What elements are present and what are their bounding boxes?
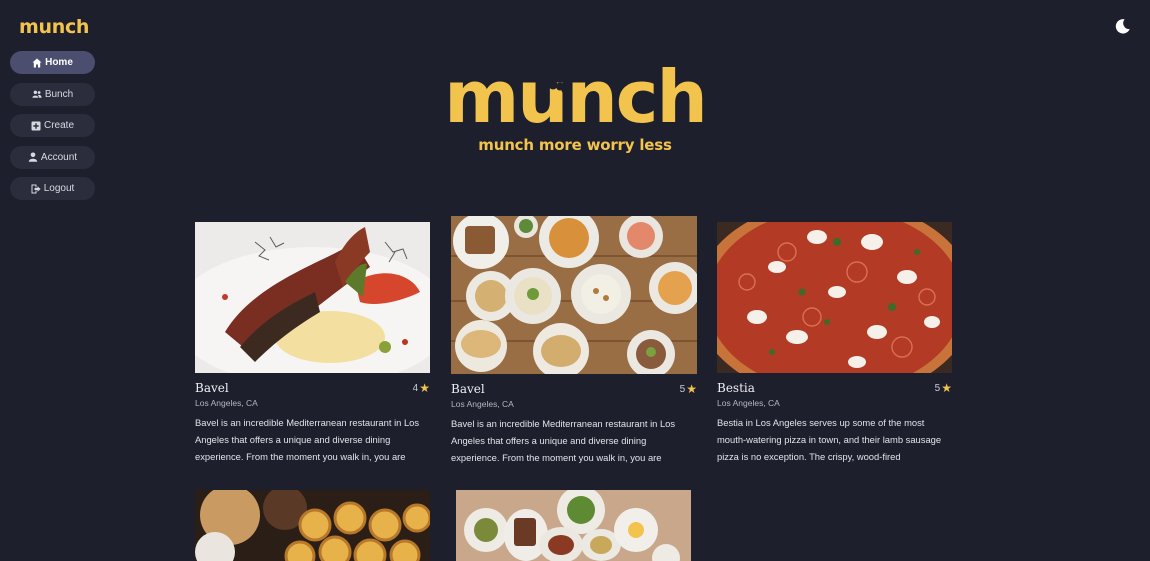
rating: 5 ★ [680,382,697,396]
pizza-photo[interactable] [717,222,952,373]
sidebar-brand-logo[interactable]: munch [19,16,89,38]
logo-wordmark: munch [444,58,705,130]
sidebar-item-label: Account [40,151,78,163]
restaurant-name: Bavel [451,382,485,396]
sidebar-item-label: Bunch [44,88,74,100]
rating: 5 ★ [935,381,952,395]
restaurant-location: Los Angeles, CA [195,398,258,408]
rating-value: 5 [934,382,941,394]
rating-value: 4 [412,382,419,394]
restaurant-card[interactable]: Bavel 4 ★ Los Angeles, CA Bavel is an inc… [195,222,430,465]
sidebar-item-logout[interactable]: Logout [10,177,95,200]
sidebar-item-bunch[interactable]: Bunch [10,82,95,106]
restaurant-card[interactable]: Bavel 5 ★ Los Angeles, CA Bavel is an inc… [451,216,697,466]
logout-icon [31,184,41,193]
restaurant-card[interactable] [456,490,691,561]
sidebar-item-account[interactable]: Account [10,145,95,169]
moon-icon[interactable] [1114,18,1131,35]
plus-square-icon [31,121,41,130]
rating-value: 5 [679,383,686,395]
sidebar-item-home[interactable]: Home [10,51,95,74]
sidebar-item-create[interactable]: Create [10,114,95,137]
star-icon: ★ [686,382,697,396]
user-icon [28,152,38,162]
tagline: munch more worry less [478,136,672,154]
sidebar-item-label: Create [43,120,74,131]
mezze-spread-photo[interactable] [451,216,697,374]
munch-logo: munch [444,58,707,130]
restaurant-description: Bavel is an incredible Mediterranean res… [451,418,676,463]
restaurant-description: Bestia in Los Angeles serves up some of … [717,417,942,462]
restaurant-name: Bestia [717,381,755,395]
restaurant-location: Los Angeles, CA [717,398,780,408]
rating: 4 ★ [413,381,430,395]
star-icon: ★ [419,381,430,395]
plated-dish-photo[interactable] [195,222,430,373]
restaurant-card[interactable] [195,490,430,561]
star-icon: ★ [941,381,952,395]
shared-plates-photo[interactable] [456,490,691,561]
sidebar-item-label: Logout [43,183,75,194]
sidebar-nav: Home Bunch Create Account Logout [10,51,95,209]
pastries-photo[interactable] [195,490,430,561]
sidebar-item-label: Home [45,57,73,68]
restaurant-name: Bavel [195,381,229,395]
restaurant-description: Bavel is an incredible Mediterranean res… [195,417,420,462]
sidebar: munch Home Bunch Create Account Logout [0,0,110,561]
restaurant-location: Los Angeles, CA [451,399,514,409]
group-icon [32,90,42,98]
restaurant-card[interactable]: Bestia 5 ★ Los Angeles, CA Bestia in Los … [717,222,952,465]
home-icon [32,58,42,67]
